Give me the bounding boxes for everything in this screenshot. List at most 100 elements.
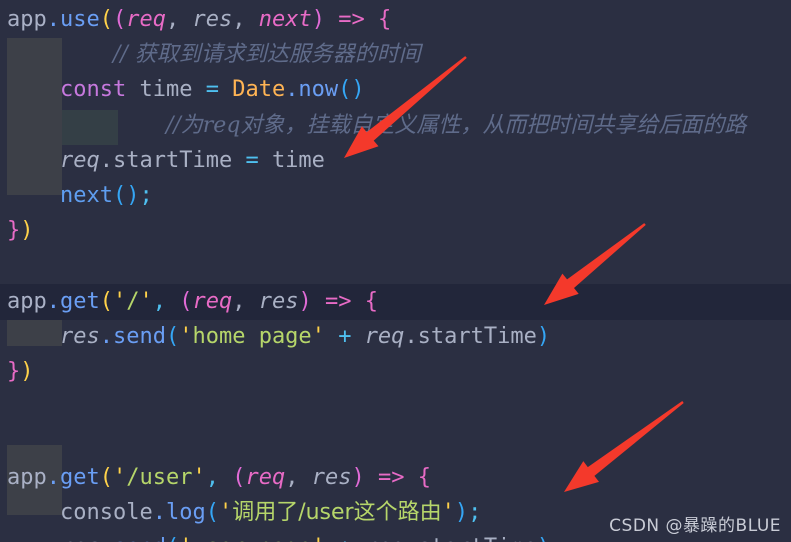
code-line[interactable]: next(); [0,178,791,214]
code-token: ' [139,288,153,314]
code-line[interactable]: app.get('/user', (req, res) => { [0,460,791,496]
code-line[interactable]: res.send('home page' + req.startTime) [0,319,791,355]
code-token: app [7,7,47,32]
code-token: const [59,77,127,103]
code-token: ( [99,288,113,314]
code-token: .startTime [99,147,233,173]
code-token: , [285,464,312,490]
code-token: } [7,218,21,244]
code-token: ) [351,77,365,103]
code-token: req [192,288,233,314]
code-token: user page [192,535,311,542]
code-token: req [59,147,100,173]
code-line-text: // 获取到请求到达服务器的时间 [0,37,421,73]
code-token: /user [126,464,193,490]
code-line[interactable]: const time = Date.now() [0,72,791,108]
code-token: .now [285,77,339,103]
code-token: next [59,183,113,208]
code-token: home page [192,323,312,349]
code-token: ( [338,77,352,103]
code-token: .send [99,323,166,349]
code-token: = [205,77,219,103]
code-token: Date [232,77,286,103]
code-line-text: app.get('/', (req, res) => { [0,284,378,320]
code-token: time [271,147,325,173]
code-line[interactable] [0,389,791,425]
code-line[interactable] [0,248,791,284]
code-line[interactable]: // 获取到请求到达服务器的时间 [0,37,791,73]
code-token: .startTime [404,323,537,349]
code-token: app [7,464,47,490]
code-token: , [205,464,219,490]
code-token: => [377,464,405,490]
code-line-text: app.use((req, res, next) => { [0,2,391,38]
code-token: ( [99,7,113,32]
code-token: ( [112,7,127,32]
code-line[interactable]: app.use((req, res, next) => { [0,2,791,38]
code-token: res [192,7,233,32]
code-token: ' [112,288,127,314]
code-line[interactable]: //为req对象，挂载自定义属性，从而把时间共享给后面的路 [0,108,791,144]
code-line[interactable] [0,424,791,460]
code-line[interactable]: }) [0,213,791,249]
code-token: ; [468,499,482,525]
code-token: / [126,288,140,314]
code-line-text: res.send('home page' + req.startTime) [0,319,550,355]
code-content[interactable]: app.use((req, res, next) => { // 获取到请求到达… [0,0,791,542]
code-token: { [364,288,378,314]
code-token: ' [192,464,206,490]
code-editor-screenshot: app.use((req, res, next) => { // 获取到请求到达… [0,0,791,542]
code-token: => [324,288,352,314]
code-token: ; [139,183,153,208]
code-token: + [338,323,352,349]
watermark-label: CSDN @暴躁的BLUE [609,516,781,536]
code-line[interactable]: req.startTime = time [0,143,791,179]
code-line-text: const time = Date.now() [0,72,365,108]
code-line-text: console.log('调用了/user这个路由'); [0,495,481,531]
code-token: ) [298,288,312,314]
code-line-text: next(); [0,178,153,214]
code-line-text: req.startTime = time [0,143,325,179]
code-token: ' [179,535,192,542]
code-token: ( [99,464,113,490]
code-token: .startTime [404,535,536,542]
code-token: ( [165,323,180,349]
code-token: ( [232,464,246,490]
code-token: time [139,77,193,103]
code-token: ' [218,499,233,525]
code-token: ' [112,464,127,490]
code-token: , [232,288,259,314]
code-token: ' [441,499,455,525]
code-token: ) [311,7,325,32]
code-token: next [258,7,312,32]
code-token: ) [126,183,140,208]
code-token: req [126,7,166,32]
code-token: ) [20,359,34,384]
code-line[interactable]: }) [0,354,791,390]
code-line[interactable]: app.get('/', (req, res) => { [0,283,791,320]
code-token: req [365,535,405,542]
code-token: .use [46,7,100,32]
code-token: res [311,464,352,490]
code-token: { [377,7,392,32]
code-token: ) [20,218,34,244]
code-token: res [59,323,100,349]
code-token: .get [46,288,100,314]
code-token: res [60,535,100,542]
